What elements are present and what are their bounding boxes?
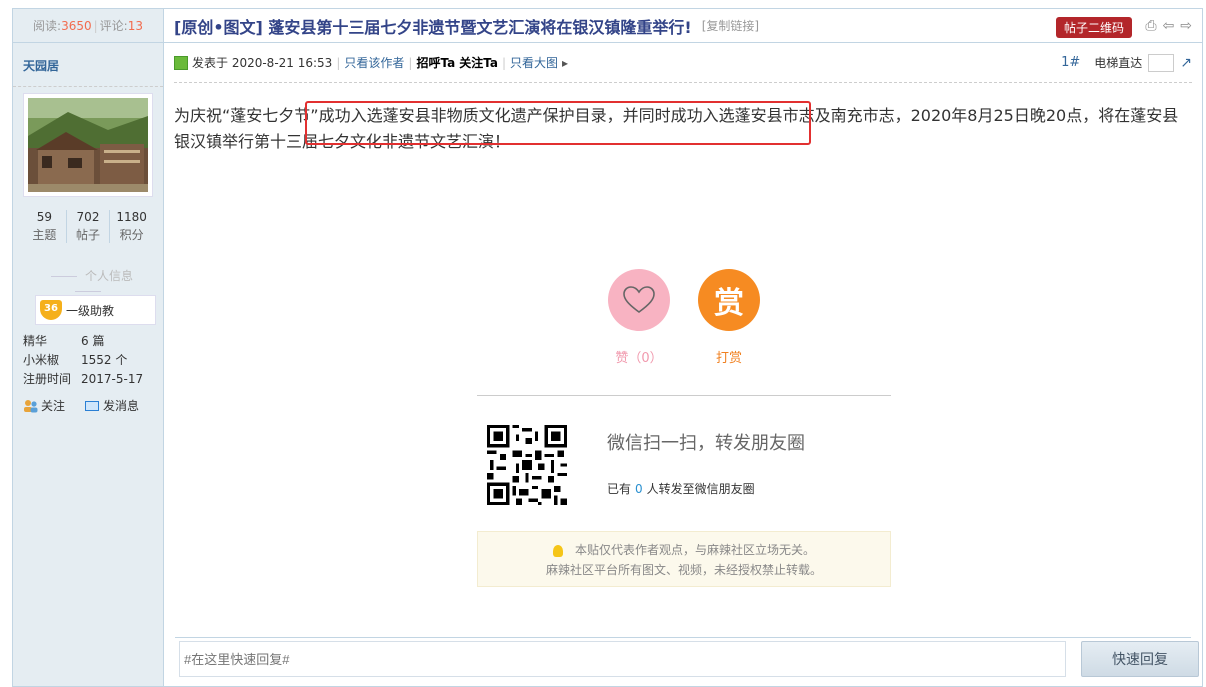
avatar[interactable] xyxy=(23,93,153,197)
quick-reply: 快速回复 xyxy=(175,637,1199,679)
floor-tools: 1# 电梯直达 ↗ xyxy=(1061,53,1192,72)
chevron-right-icon: ▸ xyxy=(562,55,569,70)
author-counts: 59 主题 702 帖子 1180 积分 xyxy=(23,210,153,243)
rank-title: 一级助教 xyxy=(66,303,115,318)
info-row-digest: 精华 6 篇 xyxy=(23,334,105,348)
jump-label: 电梯直达 xyxy=(1094,56,1143,70)
wechat-title: 微信扫一扫，转发朋友圈 xyxy=(607,433,805,454)
comment-count: 13 xyxy=(127,19,143,33)
wechat-share: 微信扫一扫，转发朋友圈 已有 0 人转发至微信朋友圈 xyxy=(487,425,887,509)
read-label: 阅读: xyxy=(33,19,62,33)
avatar-image xyxy=(28,98,148,192)
greet-link[interactable]: 招呼Ta xyxy=(416,54,455,71)
info-row-peppers: 小米椒 1552 个 xyxy=(23,353,128,367)
next-thread-icon[interactable]: ⇨ xyxy=(1180,18,1192,34)
prev-thread-icon[interactable]: ⇦ xyxy=(1163,18,1175,34)
jump-go-icon[interactable]: ↗ xyxy=(1180,55,1192,71)
info-row-register: 注册时间 2017-5-17 xyxy=(23,372,144,386)
reward-label: 打赏 xyxy=(715,351,742,366)
comment-label: 评论: xyxy=(99,19,128,33)
count-threads[interactable]: 59 主题 xyxy=(23,210,67,243)
disclaimer-notice: 本贴仅代表作者观点，与麻辣社区立场无关。 麻辣社区平台所有图文、视频，未经授权禁… xyxy=(477,531,891,587)
author-actions: 关注 发消息 xyxy=(23,397,163,414)
author-sidebar: 阅读:3650 | 评论:13 天园居 59 主题 702 帖子 1180 积分… xyxy=(13,9,164,686)
divider xyxy=(477,395,891,396)
like-action[interactable]: 赞（0） xyxy=(607,269,671,366)
title-tools: ⎙ ⇦ ⇨ xyxy=(1145,18,1192,34)
thread-stats: 阅读:3650 | 评论:13 xyxy=(13,9,163,43)
personal-info-heading: 个人信息 xyxy=(23,267,153,298)
read-count: 3650 xyxy=(61,19,92,33)
thread-qr-button[interactable]: 帖子二维码 xyxy=(1055,17,1132,38)
floor-jump-input[interactable] xyxy=(1148,53,1175,72)
post-time: 发表于 2020-8-21 16:53 xyxy=(192,56,333,70)
thread-title: [原创•图文] 蓬安县第十三届七夕非遗节暨文艺汇演将在银汉镇隆重举行! xyxy=(174,17,692,37)
author-info: 精华 6 篇 小米椒 1552 个 注册时间 2017-5-17 xyxy=(23,332,163,389)
like-label: 赞（0） xyxy=(615,351,663,366)
print-icon[interactable]: ⎙ xyxy=(1145,18,1156,34)
post-meta-bar: 发表于 2020-8-21 16:53 | 只看该作者 | 招呼Ta 关注Ta … xyxy=(174,43,1192,83)
only-author-link[interactable]: 只看该作者 xyxy=(344,54,404,71)
big-image-link[interactable]: 只看大图 xyxy=(510,54,558,71)
users-icon xyxy=(24,399,38,412)
quick-reply-button[interactable]: 快速回复 xyxy=(1081,641,1199,677)
rank-badge-icon: 36 xyxy=(40,300,62,320)
author-name-link[interactable]: 天园居 xyxy=(13,43,163,87)
reward-action[interactable]: 赏 打赏 xyxy=(697,269,761,366)
send-message-link[interactable]: 发消息 xyxy=(85,397,139,414)
quick-reply-input[interactable] xyxy=(179,641,1066,677)
qr-code-icon xyxy=(487,425,567,505)
post-frame: 阅读:3650 | 评论:13 天园居 59 主题 702 帖子 1180 积分… xyxy=(12,8,1203,687)
rank-box: 36 一级助教 xyxy=(35,295,156,325)
post-content: [原创•图文] 蓬安县第十三届七夕非遗节暨文艺汇演将在银汉镇隆重举行! [复制链… xyxy=(164,9,1202,686)
floor-number: 1# xyxy=(1061,55,1081,70)
heart-icon[interactable] xyxy=(608,269,670,331)
post-text: 为庆祝“蓬安七夕节”成功入选蓬安县非物质文化遗产保护目录，并同时成功入选蓬安县市… xyxy=(174,106,1179,151)
lightbulb-icon xyxy=(552,544,563,557)
wechat-share-count: 已有 0 人转发至微信朋友圈 xyxy=(607,482,755,496)
online-icon xyxy=(174,55,188,70)
thread-title-bar: [原创•图文] 蓬安县第十三届七夕非遗节暨文艺汇演将在银汉镇隆重举行! [复制链… xyxy=(164,9,1202,43)
copy-link[interactable]: [复制链接] xyxy=(702,17,759,34)
follow-link[interactable]: 关注 xyxy=(23,397,65,414)
mail-icon xyxy=(85,400,100,411)
count-posts[interactable]: 702 帖子 xyxy=(67,210,111,243)
count-points[interactable]: 1180 积分 xyxy=(110,210,153,243)
reward-icon[interactable]: 赏 xyxy=(698,269,760,331)
follow-ta-link[interactable]: 关注Ta xyxy=(459,54,498,71)
